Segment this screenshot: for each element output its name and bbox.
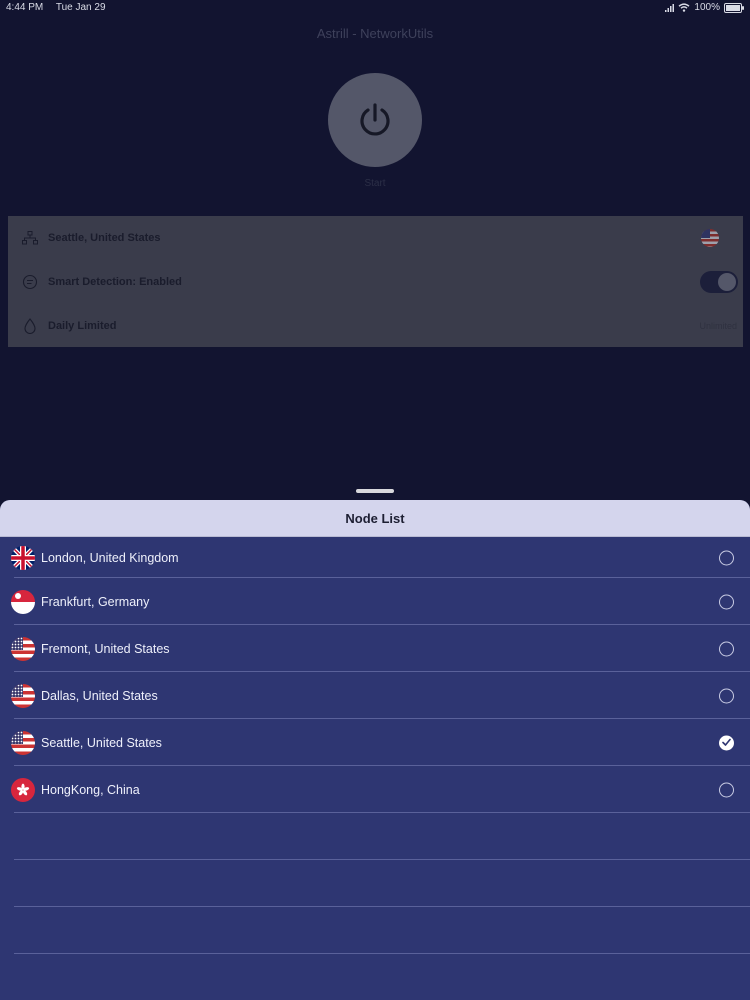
status-time: 4:44 PM (6, 2, 44, 13)
status-date: Tue Jan 29 (55, 2, 106, 13)
node-name: Frankfurt, Germany (41, 594, 150, 609)
network-icon (22, 230, 38, 246)
radio-unchecked[interactable] (719, 594, 734, 609)
chat-icon (22, 274, 38, 290)
battery-icon (724, 2, 744, 13)
smart-detection-row: Smart Detection: Enabled (8, 260, 743, 304)
power-icon (360, 103, 390, 136)
radio-unchecked[interactable] (719, 782, 734, 797)
location-label: Seattle, United States (48, 232, 161, 244)
sg-flag-icon (11, 589, 35, 614)
status-bar: 4:44 PM Tue Jan 29 100% (0, 0, 750, 16)
hk-flag-icon (11, 777, 35, 802)
node-row-frankfurt[interactable]: Frankfurt, Germany (0, 578, 750, 625)
radio-checked[interactable] (719, 735, 734, 750)
power-button[interactable] (328, 73, 422, 167)
smart-detection-label: Smart Detection: Enabled (48, 276, 182, 288)
location-row[interactable]: Seattle, United States (8, 216, 743, 260)
node-row-hongkong[interactable]: HongKong, China (0, 766, 750, 813)
us-flag-icon (11, 683, 35, 708)
node-row-london[interactable]: London, United Kingdom (0, 537, 750, 578)
node-name: London, United Kingdom (41, 550, 179, 565)
node-name: Dallas, United States (41, 688, 158, 703)
us-flag-icon (11, 636, 35, 661)
app-title: Astrill - NetworkUtils (316, 26, 434, 41)
node-name: Seattle, United States (41, 735, 162, 750)
drop-icon (22, 318, 38, 334)
sheet-title: Node List (0, 500, 750, 537)
battery-percent: 100% (694, 2, 720, 13)
node-name: HongKong, China (41, 782, 140, 797)
node-row-seattle[interactable]: Seattle, United States (0, 719, 750, 766)
smart-detection-toggle[interactable] (700, 271, 738, 293)
signal-icon (665, 3, 675, 12)
data-plan-value: Unlimited (699, 321, 737, 331)
node-name: Fremont, United States (41, 641, 170, 656)
radio-unchecked[interactable] (719, 550, 734, 565)
node-row-dallas[interactable]: Dallas, United States (0, 672, 750, 719)
checkmark-icon (722, 738, 731, 746)
data-plan-label: Daily Limited (48, 320, 117, 332)
node-list: London, United Kingdom Frankfurt, German… (0, 537, 750, 1000)
data-plan-row: Daily Limited Unlimited (8, 304, 743, 348)
node-list-sheet: Node List London, United Kingdom Frankfu… (0, 500, 750, 1000)
wifi-icon (678, 3, 690, 12)
settings-card: Seattle, United States Smart Detection: … (8, 216, 743, 347)
uk-flag-icon (11, 545, 35, 570)
radio-unchecked[interactable] (719, 641, 734, 656)
us-flag-icon (701, 229, 719, 247)
sheet-grabber[interactable] (356, 489, 394, 493)
empty-row (0, 907, 750, 954)
empty-row (0, 954, 750, 1000)
radio-unchecked[interactable] (719, 688, 734, 703)
empty-row (0, 860, 750, 907)
node-row-fremont[interactable]: Fremont, United States (0, 625, 750, 672)
start-label: Start (364, 178, 386, 189)
us-flag-icon (11, 730, 35, 755)
empty-row (0, 813, 750, 860)
